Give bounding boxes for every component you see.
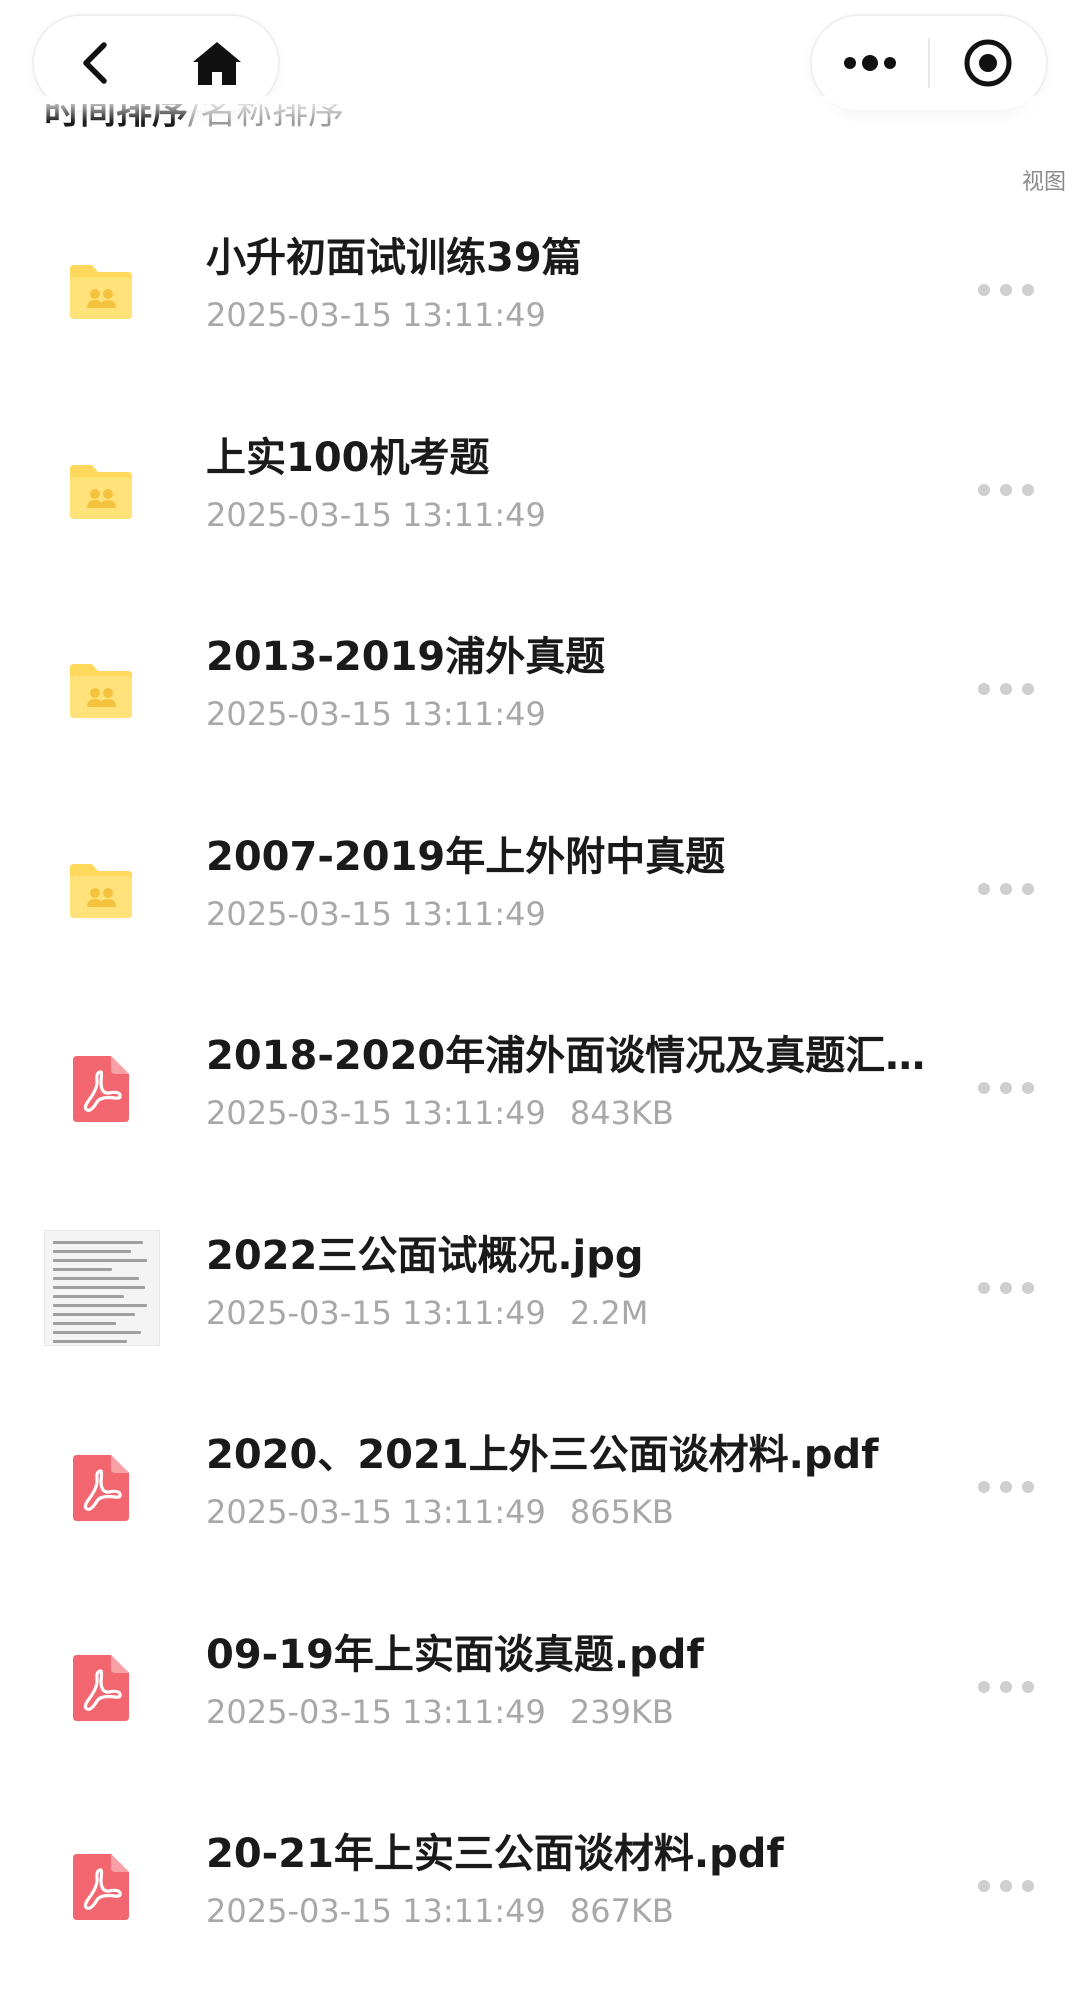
- folder-row[interactable]: 上实100机考题 2025-03-15 13:11:49: [0, 390, 1080, 590]
- file-date: 2025-03-15 13:11:49: [206, 894, 546, 933]
- file-date: 2025-03-15 13:11:49: [206, 1094, 546, 1132]
- file-name: 20-21年上实三公面谈材料.pdf: [206, 1831, 784, 1877]
- file-date: 2025-03-15 13:11:49: [206, 695, 546, 733]
- file-meta: 2025-03-15 13:11:49: [206, 892, 546, 936]
- file-name: 2007-2019年上外附中真题: [206, 833, 726, 880]
- more-options-icon[interactable]: [978, 877, 1034, 901]
- more-options-icon[interactable]: [978, 478, 1034, 502]
- file-name: 上实100机考题: [206, 434, 490, 481]
- file-name: 2020、2021上外三公面谈材料.pdf: [206, 1432, 879, 1478]
- pdf-icon: [66, 1453, 136, 1523]
- folder-icon: [66, 855, 136, 925]
- file-size: 865KB: [569, 1493, 674, 1531]
- file-name: 2022三公面试概况.jpg: [206, 1232, 644, 1279]
- file-meta: 2025-03-15 13:11:49: [206, 293, 546, 337]
- folder-icon: [66, 456, 136, 526]
- pdf-icon: [66, 1653, 136, 1723]
- file-name: 09-19年上实面谈真题.pdf: [206, 1631, 704, 1678]
- file-row[interactable]: 2020、2021上外三公面谈材料.pdf 2025-03-15 13:11:49…: [0, 1387, 1080, 1587]
- more-options-icon[interactable]: [978, 1675, 1034, 1699]
- file-date: 2025-03-15 13:11:49: [206, 1692, 546, 1731]
- pdf-icon: [66, 1054, 136, 1124]
- file-meta: 2025-03-15 13:11:49 865KB: [206, 1490, 674, 1534]
- file-meta: 2025-03-15 13:11:49: [206, 692, 546, 736]
- file-size: 843KB: [569, 1094, 674, 1132]
- folder-icon: [66, 655, 136, 725]
- pdf-icon: [66, 1852, 136, 1922]
- file-meta: 2025-03-15 13:11:49: [206, 493, 546, 537]
- more-options-icon[interactable]: [978, 1076, 1034, 1100]
- file-size: 239KB: [569, 1692, 674, 1731]
- file-meta: 2025-03-15 13:11:49 2.2M: [206, 1291, 648, 1335]
- file-size: 867KB: [569, 1892, 674, 1930]
- folder-row[interactable]: 小升初面试训练39篇 2025-03-15 13:11:49: [0, 190, 1080, 390]
- chevron-left-icon: [83, 42, 107, 84]
- file-list: 小升初面试训练39篇 2025-03-15 13:11:49 上实100机考题 20…: [0, 190, 1080, 1986]
- image-thumbnail: [44, 1229, 160, 1346]
- header-fade: [0, 96, 1080, 122]
- more-dots-icon: [844, 55, 896, 71]
- more-options-icon[interactable]: [978, 1475, 1034, 1499]
- file-date: 2025-03-15 13:11:49: [206, 296, 546, 334]
- file-meta: 2025-03-15 13:11:49 843KB: [206, 1091, 674, 1135]
- home-icon: [193, 42, 241, 85]
- more-options-icon[interactable]: [978, 278, 1034, 302]
- file-row[interactable]: 20-21年上实三公面谈材料.pdf 2025-03-15 13:11:49 867…: [0, 1786, 1080, 1986]
- more-options-icon[interactable]: [978, 1874, 1034, 1898]
- file-row[interactable]: 2022三公面试概况.jpg 2025-03-15 13:11:49 2.2M: [0, 1188, 1080, 1388]
- file-meta: 2025-03-15 13:11:49 867KB: [206, 1889, 674, 1933]
- file-meta: 2025-03-15 13:11:49 239KB: [206, 1690, 674, 1734]
- file-date: 2025-03-15 13:11:49: [206, 1293, 546, 1332]
- file-size: 2.2M: [569, 1293, 649, 1332]
- file-name: 2018-2020年浦外面谈情况及真题汇...: [206, 1033, 926, 1079]
- file-row[interactable]: 2018-2020年浦外面谈情况及真题汇... 2025-03-15 13:11:…: [0, 988, 1080, 1188]
- capsule-close-icon: [964, 39, 1012, 87]
- file-date: 2025-03-15 13:11:49: [206, 1493, 546, 1531]
- file-name: 小升初面试训练39篇: [206, 235, 582, 281]
- file-row[interactable]: 09-19年上实面谈真题.pdf 2025-03-15 13:11:49 239KB: [0, 1587, 1080, 1787]
- folder-row[interactable]: 2013-2019浦外真题 2025-03-15 13:11:49: [0, 589, 1080, 789]
- folder-icon: [66, 256, 136, 326]
- file-date: 2025-03-15 13:11:49: [206, 495, 546, 534]
- more-options-icon[interactable]: [978, 1276, 1034, 1300]
- more-options-icon[interactable]: [978, 677, 1034, 701]
- file-date: 2025-03-15 13:11:49: [206, 1892, 546, 1930]
- folder-row[interactable]: 2007-2019年上外附中真题 2025-03-15 13:11:49: [0, 789, 1080, 989]
- file-name: 2013-2019浦外真题: [206, 634, 606, 680]
